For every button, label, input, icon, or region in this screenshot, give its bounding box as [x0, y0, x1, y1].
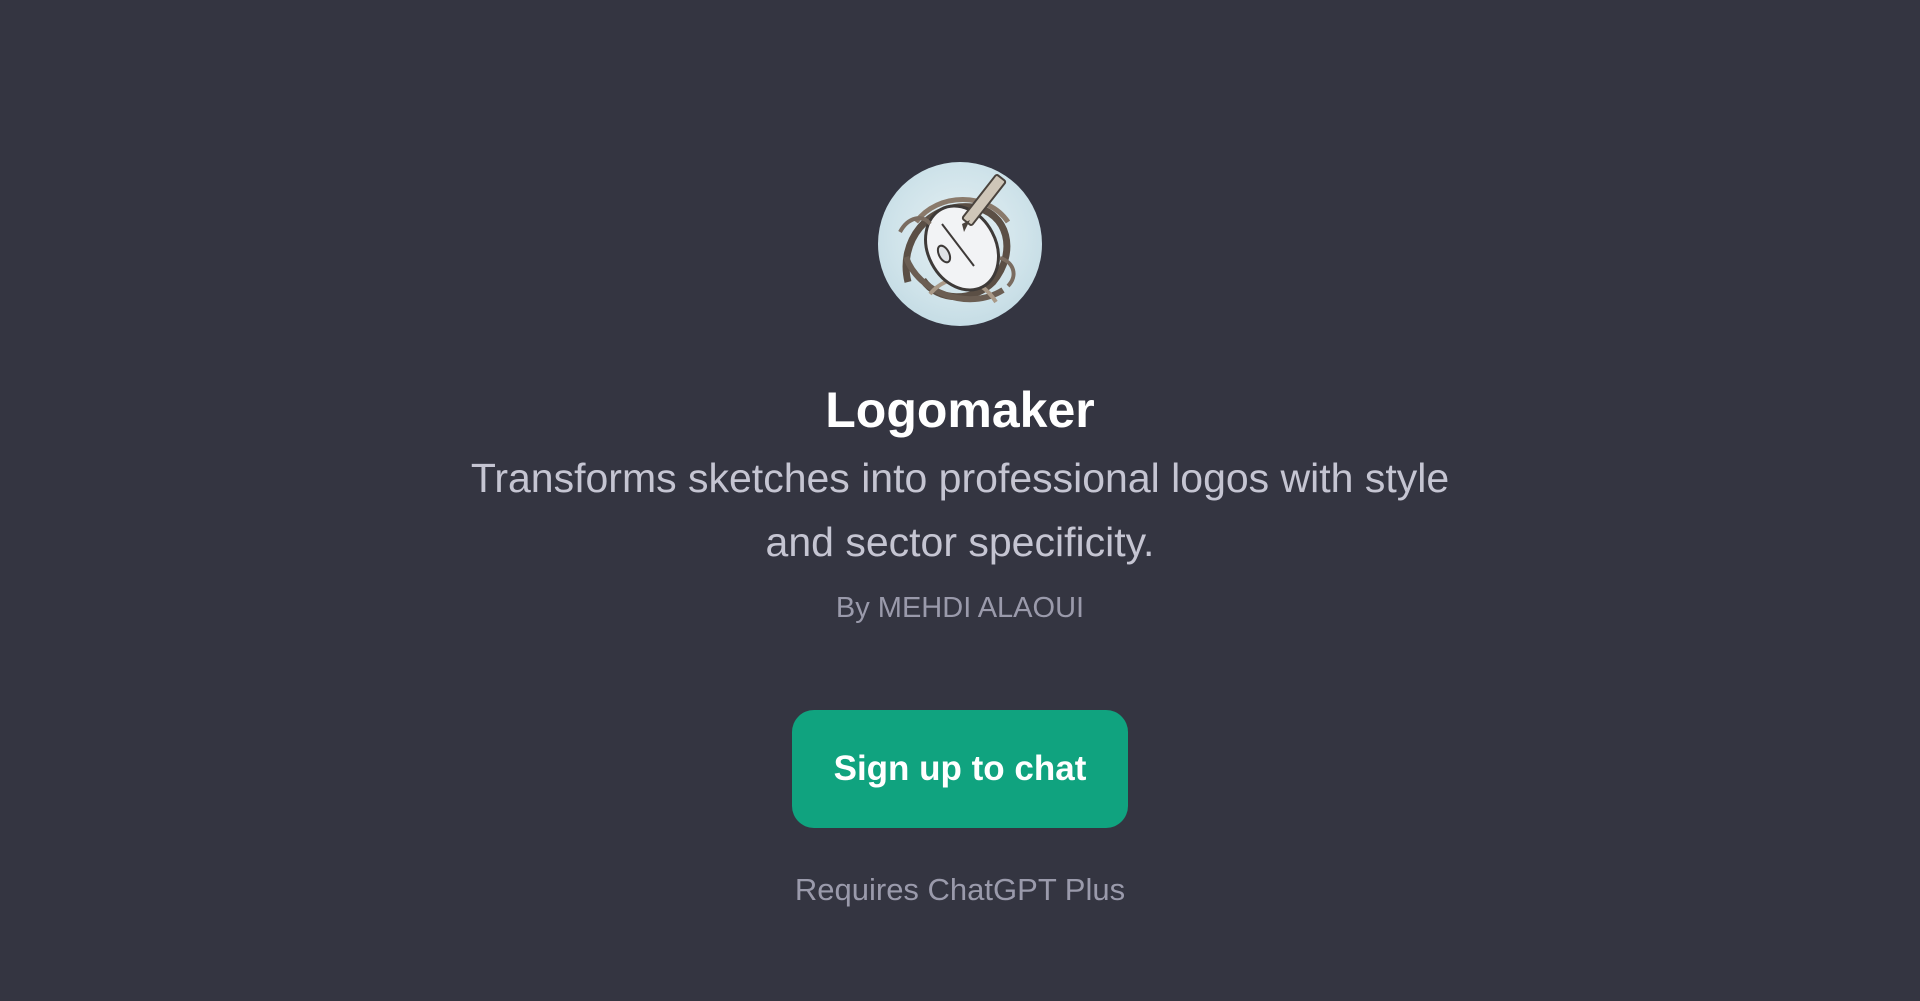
gpt-title: Logomaker — [825, 382, 1095, 438]
sign-up-to-chat-button[interactable]: Sign up to chat — [792, 710, 1128, 828]
gpt-description: Transforms sketches into professional lo… — [470, 455, 1450, 565]
gpt-landing-page: Logomaker Transforms sketches into profe… — [0, 0, 1920, 1001]
gpt-avatar-icon — [878, 162, 1042, 326]
requirement-note: Requires ChatGPT Plus — [794, 872, 1126, 907]
gpt-author: By MEHDI ALAOUI — [835, 592, 1085, 624]
